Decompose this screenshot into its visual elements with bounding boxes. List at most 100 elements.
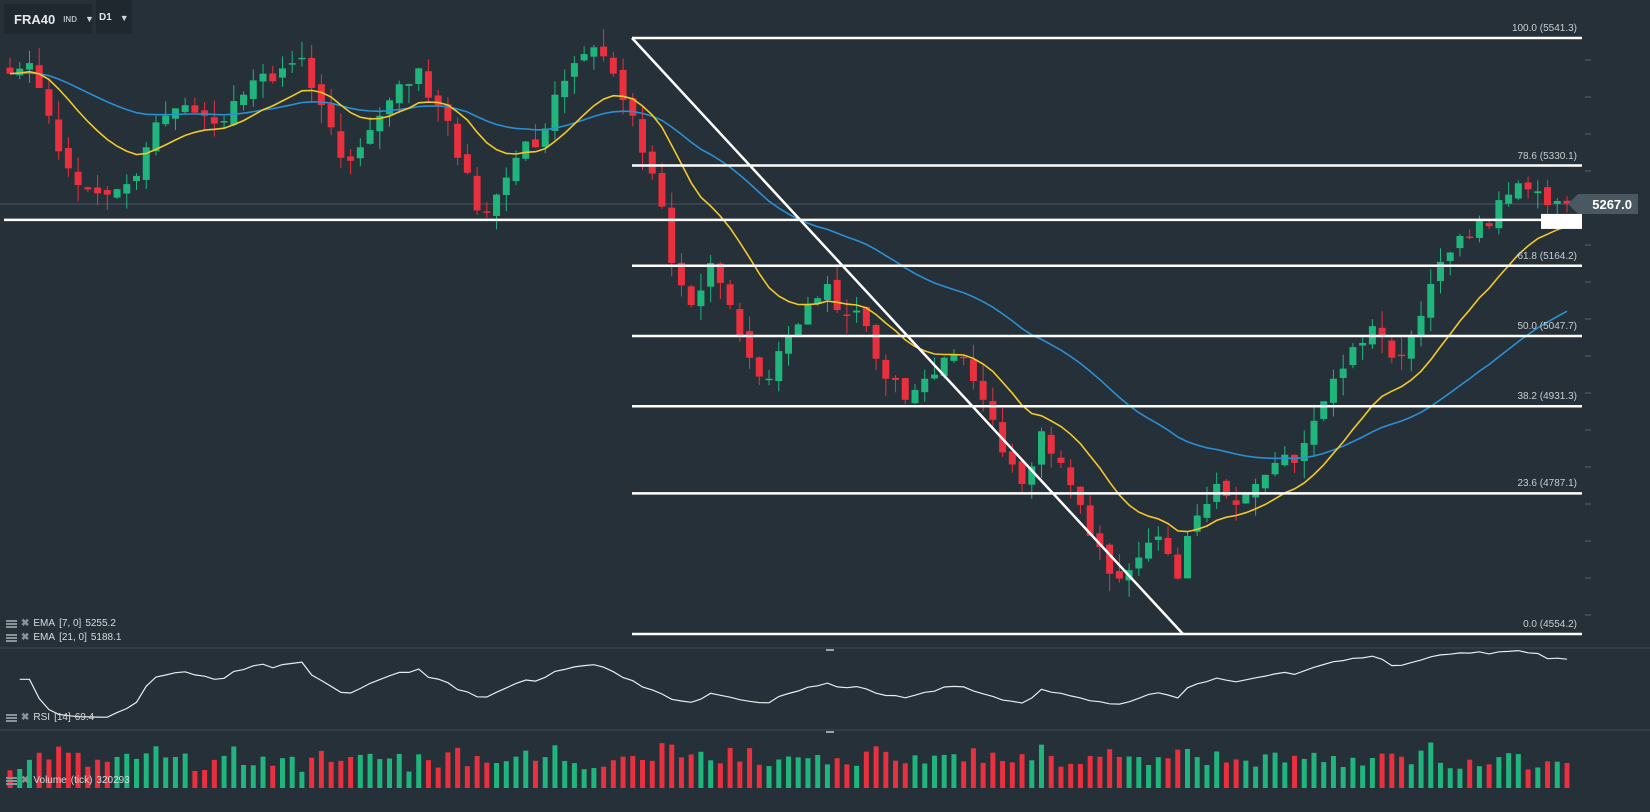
volume-bar	[815, 755, 821, 788]
volume-bar	[581, 769, 587, 788]
settings-icon[interactable]	[6, 776, 17, 785]
candle-bearish	[687, 286, 695, 306]
candle-bullish	[502, 177, 510, 196]
volume-bar	[824, 764, 830, 788]
candle-bearish	[1018, 461, 1026, 484]
candle-bullish	[415, 68, 423, 84]
settings-icon[interactable]	[6, 633, 17, 642]
volume-bar	[688, 754, 694, 788]
volume-bar	[893, 760, 899, 788]
volume-bar	[1282, 762, 1288, 788]
candle-bearish	[1115, 571, 1123, 579]
settings-icon[interactable]	[6, 713, 17, 722]
candle-bearish	[55, 119, 63, 152]
timeframe-selector[interactable]: D1 ▼	[96, 0, 132, 34]
candle-bearish	[989, 401, 997, 420]
ema21-legend: ✖ EMA [21, 0] 5188.1	[6, 632, 121, 643]
ema7-line	[9, 70, 1568, 533]
candle-bearish	[191, 105, 199, 113]
volume-bar	[883, 751, 889, 788]
candle-bullish	[1329, 378, 1337, 403]
volume-bar	[1262, 754, 1268, 788]
price-chart[interactable]	[0, 0, 1650, 812]
candle-bearish	[872, 325, 880, 359]
volume-bar	[1165, 758, 1171, 788]
close-icon[interactable]: ✖	[21, 618, 29, 629]
volume-bar	[1243, 760, 1249, 788]
close-icon[interactable]: ✖	[21, 632, 29, 643]
volume-bar	[289, 756, 295, 788]
candle-bearish	[1067, 467, 1075, 486]
candle-bullish	[1553, 200, 1561, 204]
volume-bar	[649, 760, 655, 788]
volume-bar	[1272, 752, 1278, 788]
volume-bar	[1029, 760, 1035, 788]
volume-bar	[630, 756, 636, 788]
chevron-down-icon: ▼	[119, 12, 129, 23]
candle-bullish	[1456, 235, 1464, 249]
fib-level-label: 61.8 (5164.2)	[1517, 250, 1578, 262]
volume-bar	[1554, 761, 1560, 788]
candle-bullish	[1417, 315, 1425, 337]
volume-bar	[786, 756, 791, 788]
settings-icon[interactable]	[6, 619, 17, 628]
volume-bar	[1194, 757, 1200, 788]
close-icon[interactable]: ✖	[21, 775, 29, 786]
volume-bar	[1340, 767, 1346, 788]
candle-bullish	[366, 130, 374, 144]
volume-bar	[260, 756, 266, 788]
candle-bearish	[1466, 236, 1474, 238]
line-handle	[1541, 213, 1582, 229]
volume-bar	[416, 754, 422, 788]
candle-bearish	[483, 211, 491, 213]
volume-bar	[1233, 759, 1239, 788]
volume-bar	[990, 752, 996, 788]
volume-bar	[1457, 768, 1463, 788]
candle-bullish	[580, 54, 588, 61]
candle-bullish	[950, 355, 958, 361]
volume-bar	[1039, 744, 1045, 788]
volume-bar	[134, 758, 140, 788]
volume-bar	[163, 757, 169, 788]
volume-bar	[1223, 762, 1229, 788]
volume-bar	[367, 753, 373, 788]
volume-bar	[1399, 756, 1405, 788]
candle-bullish	[823, 284, 831, 300]
candle-bullish	[561, 80, 569, 98]
candle-bullish	[1359, 342, 1367, 346]
candle-bearish	[979, 380, 987, 400]
volume-bar	[1058, 766, 1064, 788]
rsi-line	[19, 649, 1568, 718]
candle-bearish	[1174, 554, 1182, 579]
candle-bullish	[541, 128, 549, 147]
volume-legend: ✖ Volume (tick) 320293	[6, 775, 130, 786]
symbol-type: IND	[63, 14, 77, 24]
volume-bar	[1009, 762, 1015, 788]
volume-bar	[1253, 766, 1259, 788]
candle-bearish	[1232, 500, 1240, 505]
candle-bearish	[1524, 182, 1532, 190]
volume-bar	[678, 757, 684, 788]
candle-bearish	[45, 89, 53, 116]
candle-bearish	[668, 207, 676, 264]
candle-bullish	[765, 378, 773, 381]
volume-bar	[1136, 757, 1142, 788]
candle-bearish	[600, 46, 608, 57]
volume-bar	[425, 760, 431, 788]
volume-bar	[854, 765, 860, 788]
candle-bearish	[1485, 223, 1493, 227]
volume-bar	[1311, 752, 1317, 788]
volume-bar	[1447, 768, 1453, 788]
fib-level-label: 23.6 (4787.1)	[1517, 478, 1578, 490]
candle-bearish	[64, 147, 72, 169]
candle-bullish	[278, 68, 286, 78]
volume-bar	[484, 762, 490, 788]
volume-bar	[357, 754, 363, 788]
candle-bullish	[181, 105, 189, 113]
candle-bullish	[1475, 220, 1483, 238]
volume-bar	[669, 744, 675, 788]
symbol-selector[interactable]: FRA40 IND ▼	[4, 4, 94, 34]
volume-bar	[727, 747, 733, 788]
close-icon[interactable]: ✖	[21, 712, 29, 723]
volume-bar	[1000, 761, 1006, 788]
